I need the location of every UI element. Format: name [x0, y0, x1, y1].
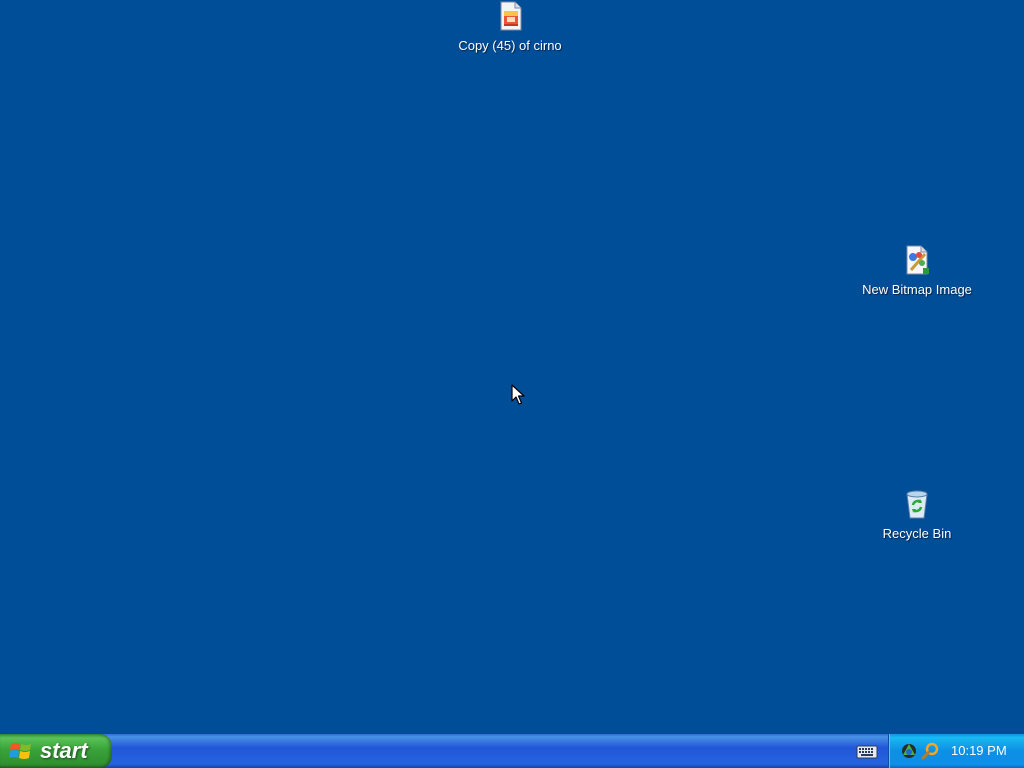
- taskbar: start 10:19 PM: [0, 734, 1024, 768]
- desktop-icon-new-bitmap-image[interactable]: New Bitmap Image: [852, 244, 982, 299]
- windows-logo-icon: [9, 743, 31, 759]
- app-tray-icon[interactable]: [899, 741, 919, 761]
- bitmap-image-icon: [901, 244, 933, 276]
- system-tray: 10:19 PM: [888, 734, 1024, 768]
- desktop-icon-cirno[interactable]: Copy (45) of cirno: [445, 0, 575, 55]
- desktop[interactable]: Copy (45) of cirno New Bitmap Image Recy…: [0, 0, 1024, 734]
- desktop-icon-label: Copy (45) of cirno: [458, 38, 562, 53]
- magnifier-icon[interactable]: [921, 741, 941, 761]
- desktop-icon-label: Recycle Bin: [882, 526, 952, 541]
- clock[interactable]: 10:19 PM: [951, 743, 1007, 758]
- keyboard-icon[interactable]: [856, 742, 878, 760]
- desktop-icon-recycle-bin[interactable]: Recycle Bin: [852, 488, 982, 543]
- mouse-cursor-icon: [511, 384, 525, 405]
- recycle-bin-icon: [901, 488, 933, 520]
- start-button[interactable]: start: [0, 734, 112, 768]
- desktop-icon-label: New Bitmap Image: [862, 282, 972, 297]
- start-label: start: [40, 738, 88, 763]
- image-file-icon: [494, 0, 526, 32]
